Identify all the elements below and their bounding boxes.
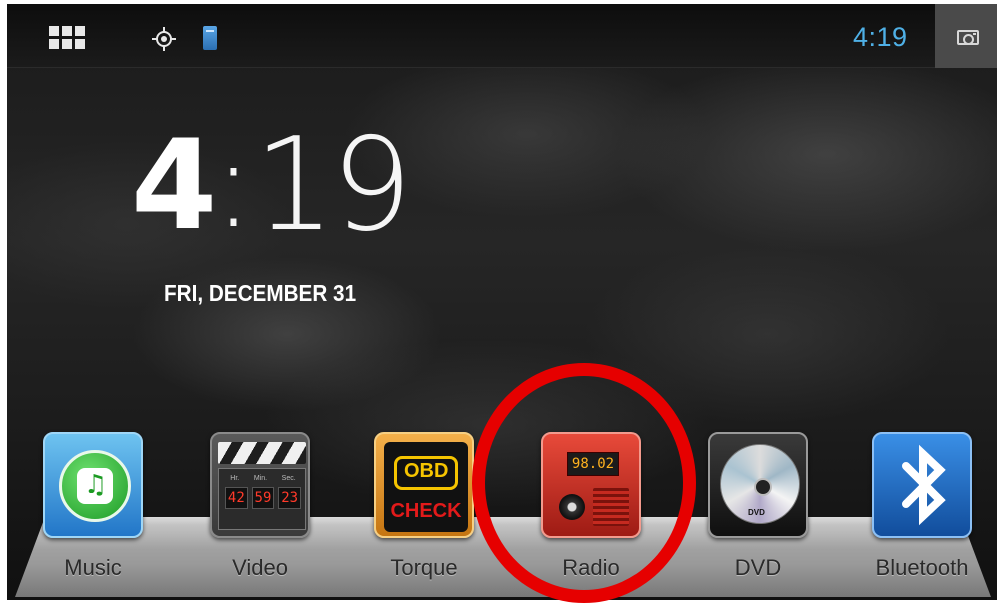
- clock-hour: 4: [131, 114, 218, 258]
- obd-check-icon[interactable]: OBD CHECK: [374, 432, 474, 538]
- radio-icon[interactable]: 98.02: [541, 432, 641, 538]
- counter-value: 23: [278, 487, 302, 509]
- app-dvd[interactable]: DVD DVD: [703, 429, 813, 599]
- app-label: Torque: [390, 555, 458, 580]
- dvd-disc-icon[interactable]: DVD: [708, 432, 808, 538]
- app-video[interactable]: Hr. Min. Sec. 42 59 23 Video: [205, 429, 315, 599]
- counter-value: 59: [251, 487, 275, 509]
- clock-date: FRI, DECEMBER 31: [164, 280, 357, 306]
- app-label: DVD: [734, 555, 782, 580]
- app-label: Video: [232, 555, 288, 580]
- clock-minutes: 19: [253, 111, 413, 260]
- screenshot-button[interactable]: [935, 4, 997, 68]
- app-music[interactable]: Music: [38, 429, 148, 599]
- clock-separator: :: [213, 116, 254, 255]
- counter-label: Hr.: [230, 475, 240, 482]
- screenshot-icon: [957, 30, 979, 45]
- status-bar-time: 4:19: [853, 22, 908, 52]
- counter-label: Min.: [253, 475, 268, 482]
- app-label: Radio: [562, 555, 620, 580]
- app-bluetooth[interactable]: Bluetooth: [867, 429, 977, 599]
- app-torque[interactable]: OBD CHECK Torque: [369, 429, 479, 599]
- app-label: Music: [64, 555, 122, 580]
- gps-icon: [152, 27, 176, 51]
- app-label: Bluetooth: [875, 555, 969, 580]
- counter-label: Sec.: [281, 475, 296, 482]
- sd-card-icon: [203, 26, 217, 50]
- app-radio[interactable]: 98.02 Radio: [536, 429, 646, 599]
- apps-grid-icon[interactable]: [49, 26, 85, 50]
- video-clapper-icon[interactable]: Hr. Min. Sec. 42 59 23: [210, 432, 310, 538]
- check-badge-text: CHECK: [390, 500, 462, 522]
- counter-value: 42: [224, 487, 248, 509]
- bluetooth-icon[interactable]: [872, 432, 972, 538]
- radio-frequency-display: 98.02: [567, 452, 619, 476]
- obd-badge-text: OBD: [404, 460, 449, 482]
- dvd-disc-text: DVD: [748, 508, 765, 517]
- music-icon[interactable]: [43, 432, 143, 538]
- clock-widget[interactable]: 4:19: [131, 111, 413, 260]
- home-screen: 4:19 4:19 FRI, DECEMBER 31 Music Hr. Min…: [7, 4, 997, 600]
- status-bar: 4:19: [7, 4, 997, 68]
